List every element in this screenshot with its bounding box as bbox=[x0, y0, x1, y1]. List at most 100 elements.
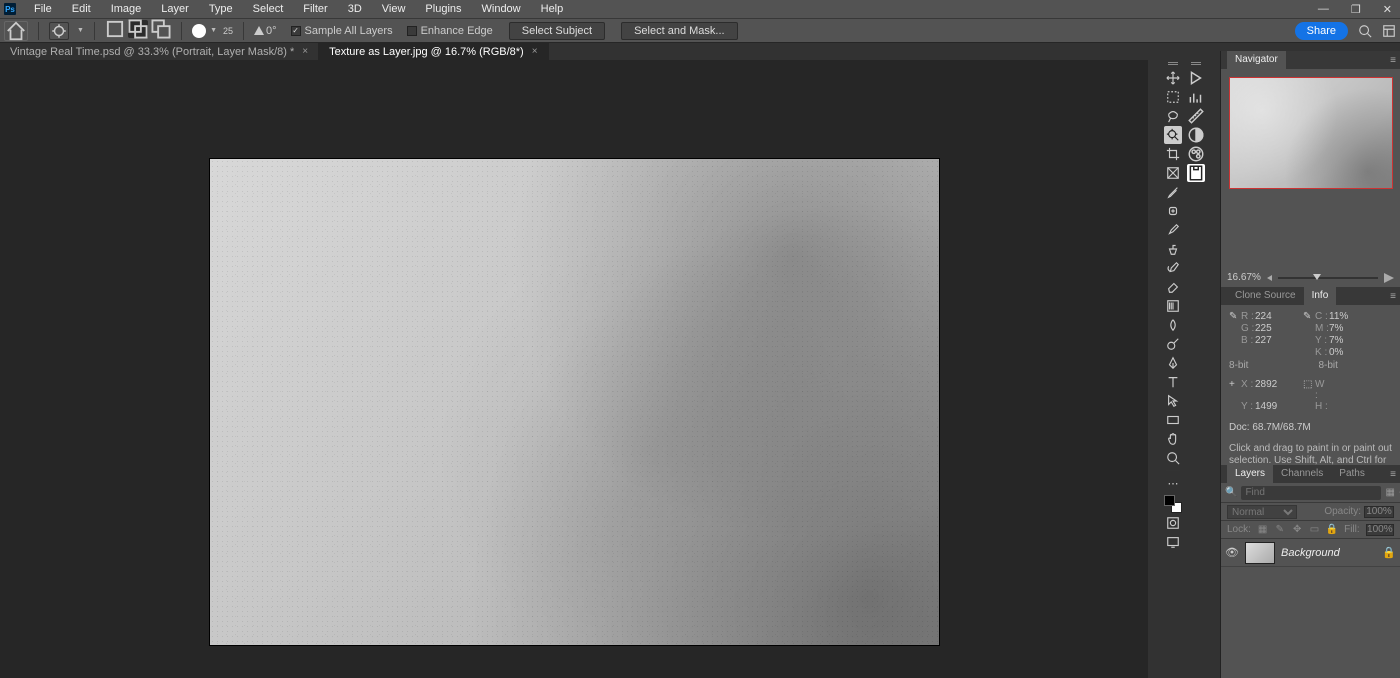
menu-3d[interactable]: 3D bbox=[338, 0, 372, 18]
filter-pixel-icon[interactable]: ▦ bbox=[1385, 486, 1394, 500]
visibility-toggle-icon[interactable]: 👁 bbox=[1225, 546, 1239, 559]
styles-panel-icon[interactable] bbox=[1187, 145, 1205, 163]
select-subject-button[interactable]: Select Subject bbox=[509, 22, 605, 40]
menu-help[interactable]: Help bbox=[531, 0, 574, 18]
blur-tool[interactable] bbox=[1164, 316, 1182, 334]
channels-tab[interactable]: Channels bbox=[1273, 465, 1331, 483]
layer-background[interactable]: 👁 Background 🔒 bbox=[1221, 539, 1400, 567]
clone-source-tab[interactable]: Clone Source bbox=[1227, 287, 1304, 305]
adjustments-panel-icon[interactable] bbox=[1187, 126, 1205, 144]
brush-preview[interactable]: ▼ bbox=[192, 24, 217, 38]
zoom-slider[interactable] bbox=[1278, 277, 1378, 279]
lock-all-icon[interactable]: 🔒 bbox=[1326, 524, 1338, 536]
current-tool-indicator[interactable] bbox=[49, 22, 69, 40]
menu-type[interactable]: Type bbox=[199, 0, 243, 18]
window-minimize-icon[interactable]: — bbox=[1314, 3, 1333, 15]
info-tab[interactable]: Info bbox=[1304, 287, 1337, 305]
menu-select[interactable]: Select bbox=[243, 0, 294, 18]
zoom-slider-knob[interactable] bbox=[1313, 274, 1321, 280]
brush-dropdown-icon[interactable]: ▼ bbox=[210, 27, 217, 34]
home-button[interactable] bbox=[4, 21, 28, 41]
histogram-panel-icon[interactable] bbox=[1187, 88, 1205, 106]
window-maximize-icon[interactable]: ❐ bbox=[1347, 3, 1365, 16]
type-tool[interactable] bbox=[1164, 373, 1182, 391]
crop-tool[interactable] bbox=[1164, 145, 1182, 163]
lock-artboard-icon[interactable]: ▭ bbox=[1309, 524, 1320, 536]
angle-control[interactable]: 0° bbox=[254, 25, 277, 37]
history-brush-tool[interactable] bbox=[1164, 259, 1182, 277]
tab-close-icon[interactable]: × bbox=[532, 46, 538, 57]
menu-image[interactable]: Image bbox=[101, 0, 152, 18]
tab-close-icon[interactable]: × bbox=[302, 46, 308, 57]
zoom-in-icon[interactable] bbox=[1384, 273, 1394, 283]
clone-stamp-tool[interactable] bbox=[1164, 240, 1182, 258]
lasso-tool[interactable] bbox=[1164, 107, 1182, 125]
document-tab-1[interactable]: Texture as Layer.jpg @ 16.7% (RGB/8*) × bbox=[319, 43, 548, 60]
sample-all-layers-checkbox[interactable] bbox=[291, 26, 301, 36]
frame-tool[interactable] bbox=[1164, 164, 1182, 182]
add-selection-button[interactable] bbox=[128, 20, 148, 38]
lock-pixels-icon[interactable]: ✎ bbox=[1274, 524, 1285, 536]
dodge-tool[interactable] bbox=[1164, 335, 1182, 353]
navigator-tab[interactable]: Navigator bbox=[1227, 51, 1286, 69]
healing-brush-tool[interactable] bbox=[1164, 202, 1182, 220]
edit-toolbar-icon[interactable]: ⋯ bbox=[1164, 474, 1182, 492]
panel-menu-icon[interactable]: ≡ bbox=[1390, 291, 1396, 302]
enhance-edge-checkbox[interactable] bbox=[407, 26, 417, 36]
blend-mode-select[interactable]: Normal bbox=[1227, 505, 1297, 519]
search-icon[interactable] bbox=[1358, 24, 1372, 38]
move-tool[interactable] bbox=[1164, 69, 1182, 87]
tool-dropdown-icon[interactable]: ▼ bbox=[77, 27, 84, 34]
quick-mask-icon[interactable] bbox=[1164, 514, 1182, 532]
menu-plugins[interactable]: Plugins bbox=[415, 0, 471, 18]
window-close-icon[interactable]: ✕ bbox=[1379, 3, 1396, 16]
workspace-icon[interactable] bbox=[1382, 24, 1396, 38]
eraser-tool[interactable] bbox=[1164, 278, 1182, 296]
share-button[interactable]: Share bbox=[1295, 22, 1348, 40]
document-tab-0[interactable]: Vintage Real Time.psd @ 33.3% (Portrait,… bbox=[0, 43, 319, 60]
marquee-tool[interactable] bbox=[1164, 88, 1182, 106]
eyedropper-tool[interactable] bbox=[1164, 183, 1182, 201]
actions-panel-icon[interactable] bbox=[1187, 69, 1205, 87]
search-icon[interactable]: 🔍 bbox=[1225, 486, 1237, 500]
properties-panel-icon[interactable] bbox=[1187, 164, 1205, 182]
lock-icon[interactable]: 🔒 bbox=[1382, 546, 1396, 559]
zoom-out-icon[interactable] bbox=[1267, 275, 1272, 281]
layers-tab[interactable]: Layers bbox=[1227, 465, 1273, 483]
panel-menu-icon[interactable]: ≡ bbox=[1390, 55, 1396, 66]
layer-name[interactable]: Background bbox=[1281, 547, 1376, 559]
measurement-panel-icon[interactable] bbox=[1187, 107, 1205, 125]
brush-tool[interactable] bbox=[1164, 221, 1182, 239]
zoom-level[interactable]: 16.67% bbox=[1227, 272, 1261, 283]
subtract-selection-button[interactable] bbox=[151, 20, 171, 38]
opacity-value[interactable]: 100% bbox=[1364, 506, 1394, 518]
rectangle-tool[interactable] bbox=[1164, 411, 1182, 429]
menu-edit[interactable]: Edit bbox=[62, 0, 101, 18]
screen-mode-icon[interactable] bbox=[1164, 533, 1182, 551]
gradient-tool[interactable] bbox=[1164, 297, 1182, 315]
path-select-tool[interactable] bbox=[1164, 392, 1182, 410]
color-swatches[interactable] bbox=[1164, 495, 1182, 513]
quick-select-tool[interactable] bbox=[1164, 126, 1182, 144]
new-selection-button[interactable] bbox=[105, 20, 125, 38]
panel-menu-icon[interactable]: ≡ bbox=[1390, 469, 1396, 480]
layer-thumbnail[interactable] bbox=[1245, 542, 1275, 564]
select-and-mask-button[interactable]: Select and Mask... bbox=[621, 22, 738, 40]
paths-tab[interactable]: Paths bbox=[1331, 465, 1373, 483]
navigator-thumbnail[interactable] bbox=[1229, 77, 1393, 189]
zoom-tool[interactable] bbox=[1164, 449, 1182, 467]
toolbar-grip-icon[interactable] bbox=[1166, 60, 1180, 66]
menu-window[interactable]: Window bbox=[472, 0, 531, 18]
lock-transparency-icon[interactable]: ▦ bbox=[1257, 524, 1268, 536]
pen-tool[interactable] bbox=[1164, 354, 1182, 372]
hand-tool[interactable] bbox=[1164, 430, 1182, 448]
fill-value[interactable]: 100% bbox=[1366, 524, 1394, 536]
layer-find-input[interactable] bbox=[1241, 486, 1381, 500]
menu-layer[interactable]: Layer bbox=[151, 0, 199, 18]
menu-file[interactable]: File bbox=[24, 0, 62, 18]
lock-position-icon[interactable]: ✥ bbox=[1292, 524, 1303, 536]
menu-view[interactable]: View bbox=[372, 0, 416, 18]
foreground-color-swatch[interactable] bbox=[1164, 495, 1175, 506]
document-canvas[interactable] bbox=[210, 159, 939, 645]
menu-filter[interactable]: Filter bbox=[293, 0, 337, 18]
